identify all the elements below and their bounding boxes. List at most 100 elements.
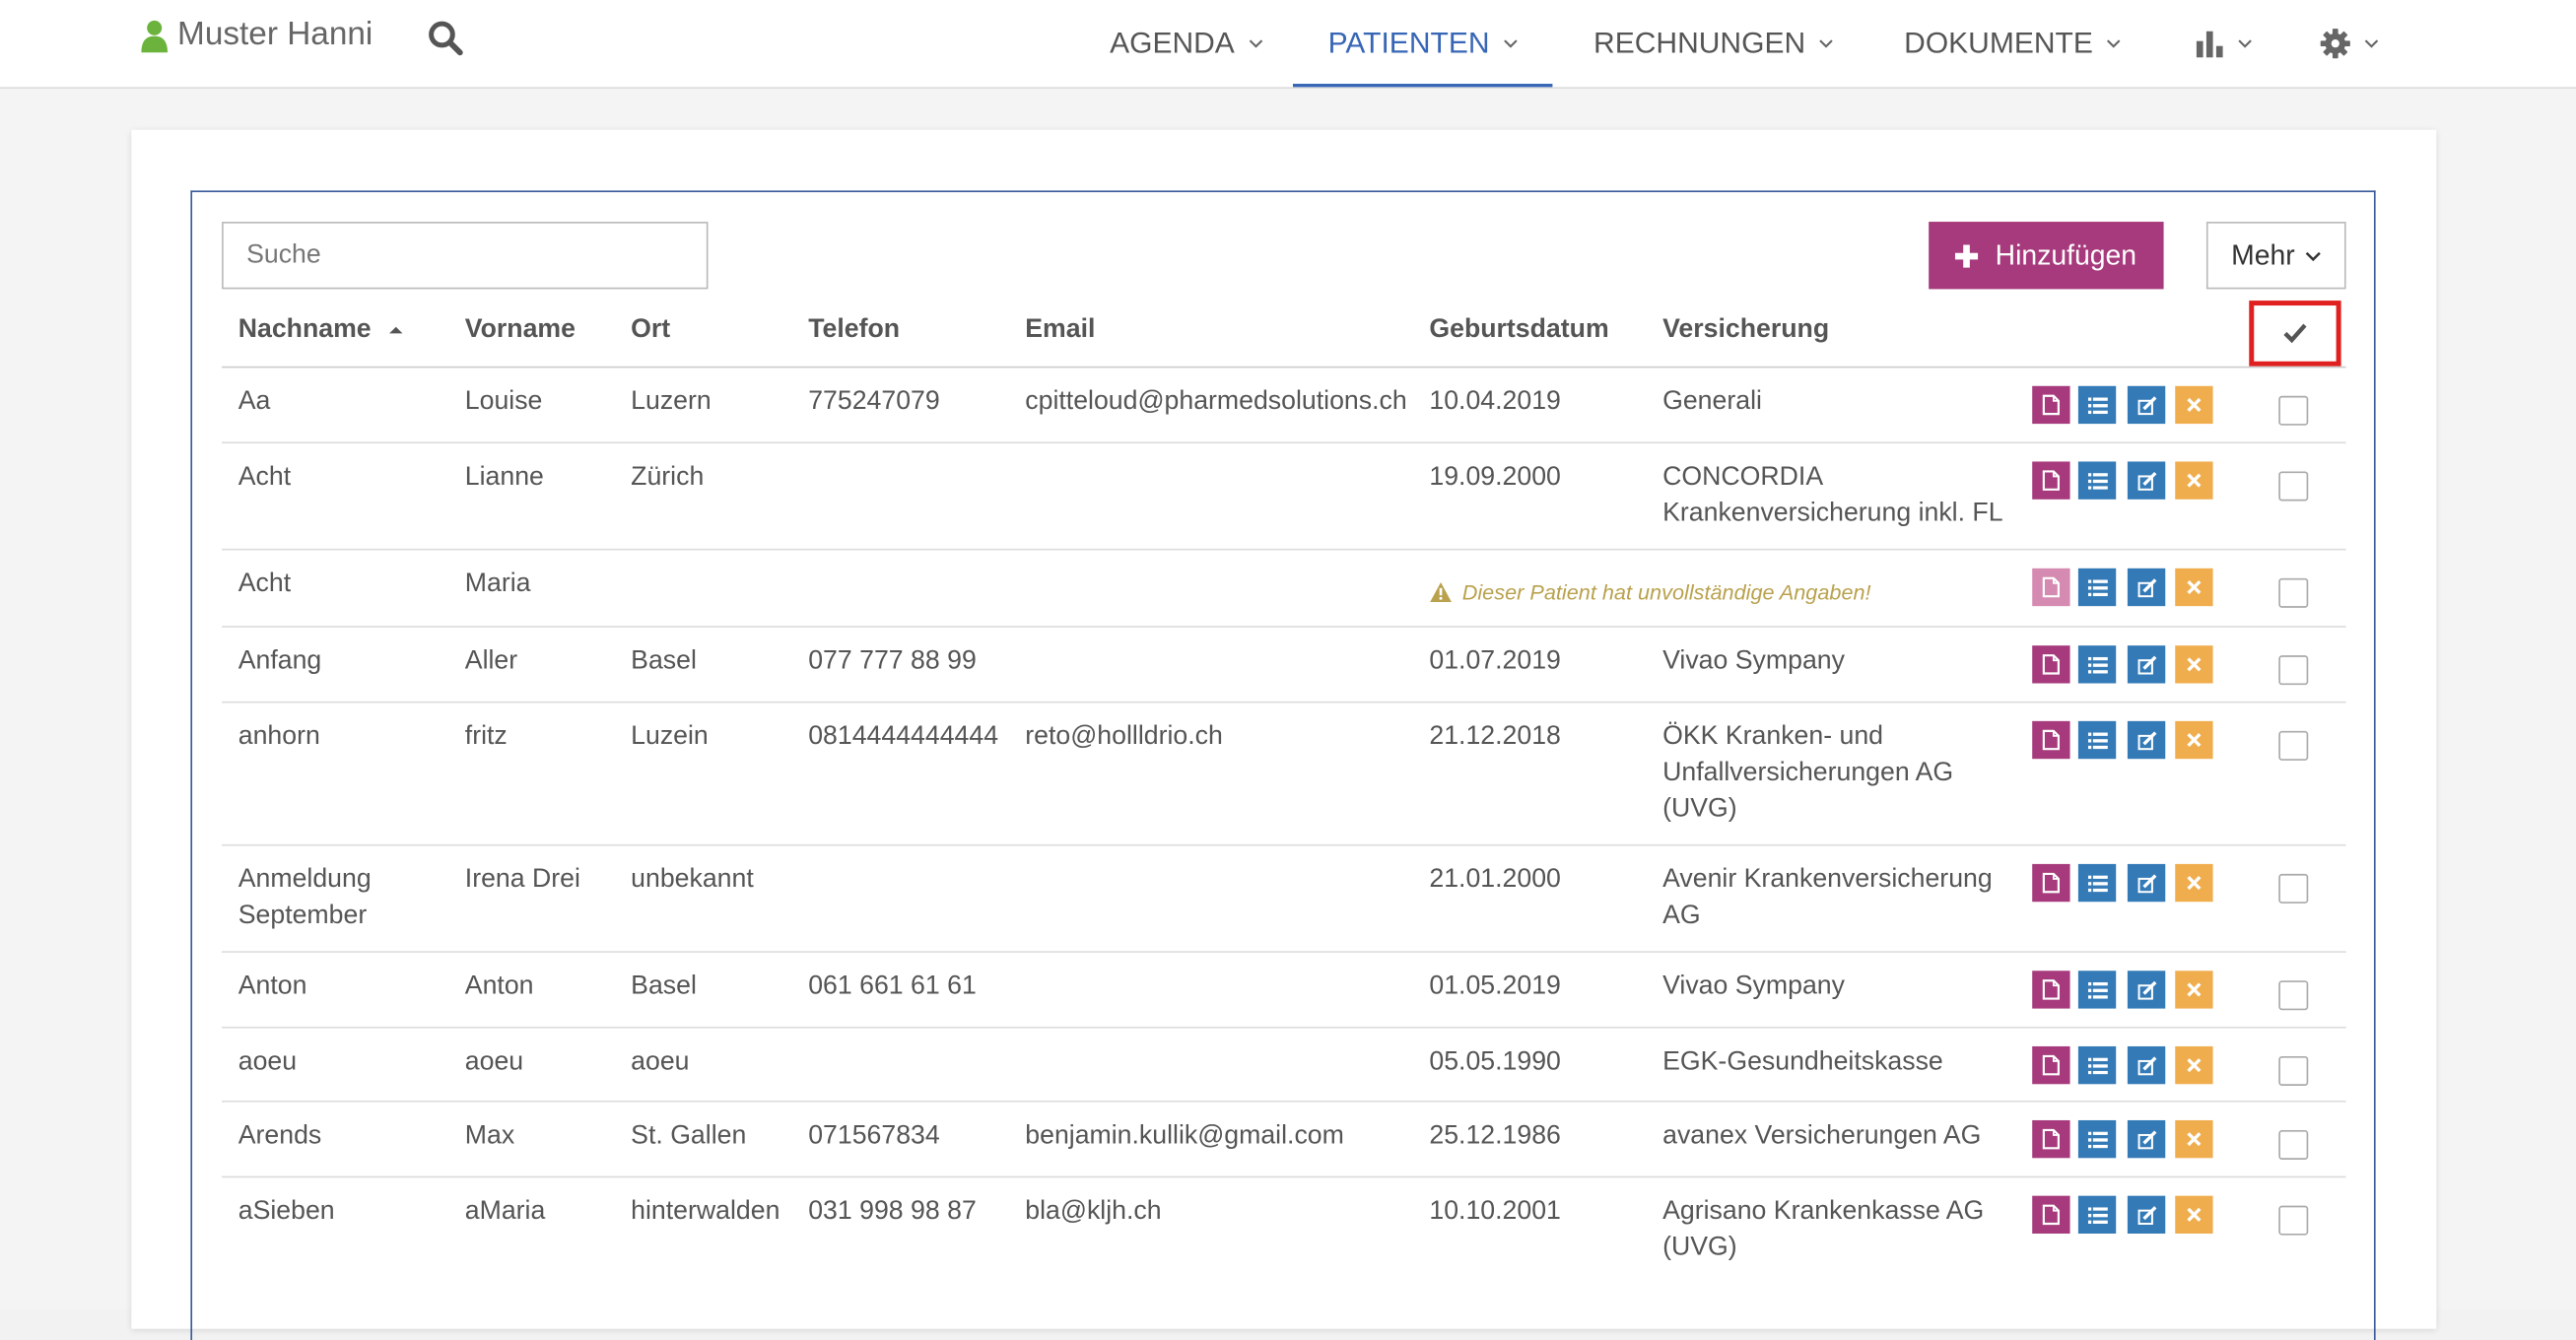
edit-button[interactable] <box>2127 720 2166 760</box>
nav-rechnungen[interactable]: RECHNUNGEN <box>1574 0 1853 87</box>
document-button[interactable] <box>2032 568 2070 607</box>
more-dropdown-button[interactable]: Mehr <box>2205 222 2346 290</box>
user-menu[interactable]: Muster Hanni <box>141 17 373 54</box>
row-select-checkbox[interactable] <box>2278 655 2309 686</box>
chevron-down-icon <box>2106 39 2121 48</box>
table-cell-telefon: 061 661 61 61 <box>808 972 977 1001</box>
list-button[interactable] <box>2077 1045 2117 1085</box>
list-button[interactable] <box>2077 971 2117 1009</box>
list-button[interactable] <box>2077 385 2117 425</box>
delete-button[interactable] <box>2175 863 2213 903</box>
edit-button[interactable] <box>2127 1045 2166 1085</box>
document-button[interactable] <box>2032 863 2070 903</box>
list-button[interactable] <box>2077 1195 2117 1234</box>
edit-button[interactable] <box>2127 645 2166 684</box>
list-button[interactable] <box>2077 1119 2117 1159</box>
table-cell-nachname: Acht <box>237 463 292 492</box>
table-cell-vorname: Anton <box>464 972 534 1001</box>
list-icon <box>2087 472 2108 489</box>
table-cell-vorname: Maria <box>464 570 531 598</box>
select-all-checkmark[interactable] <box>2249 301 2341 367</box>
delete-button[interactable] <box>2175 385 2213 425</box>
table-cell-versicherung: Vivao Sympany <box>1662 646 1845 676</box>
nav-agenda[interactable]: AGENDA <box>1091 0 1281 87</box>
delete-button[interactable] <box>2175 645 2213 684</box>
document-button[interactable] <box>2032 385 2070 425</box>
list-button[interactable] <box>2077 461 2117 500</box>
edit-button[interactable] <box>2127 385 2166 425</box>
edit-button[interactable] <box>2127 863 2166 903</box>
add-patient-button[interactable]: Hinzufügen <box>1929 222 2164 290</box>
nav-statistics[interactable] <box>2177 0 2269 87</box>
delete-button[interactable] <box>2175 461 2213 500</box>
sort-ascending-icon <box>389 326 404 334</box>
row-select-checkbox[interactable] <box>2278 730 2309 761</box>
column-header-versicherung[interactable]: Versicherung <box>1662 315 1829 345</box>
chevron-down-icon <box>2305 251 2321 261</box>
delete-button[interactable] <box>2175 1045 2213 1085</box>
row-select-checkbox[interactable] <box>2278 1055 2309 1086</box>
edit-button[interactable] <box>2127 971 2166 1009</box>
row-select-checkbox[interactable] <box>2278 1205 2309 1236</box>
column-header-geburtsdatum[interactable]: Geburtsdatum <box>1429 315 1608 345</box>
edit-icon <box>2136 1205 2156 1225</box>
document-button[interactable] <box>2032 971 2070 1009</box>
row-select-checkbox[interactable] <box>2278 471 2309 502</box>
close-icon <box>2187 733 2202 748</box>
document-button[interactable] <box>2032 645 2070 684</box>
row-select-checkbox[interactable] <box>2278 873 2309 904</box>
edit-icon <box>2136 577 2156 597</box>
search-icon[interactable] <box>427 20 463 56</box>
delete-button[interactable] <box>2175 568 2213 607</box>
row-select-checkbox[interactable] <box>2278 577 2309 608</box>
table-cell-email: reto@hollldrio.ch <box>1025 722 1223 751</box>
table-cell-telefon: 0814444444444 <box>808 722 999 751</box>
chevron-down-icon <box>1248 39 1262 48</box>
row-select-checkbox[interactable] <box>2278 980 2309 1011</box>
row-divider <box>222 1100 2346 1103</box>
edit-button[interactable] <box>2127 461 2166 500</box>
column-header-nachname[interactable]: Nachname <box>238 315 405 345</box>
document-button[interactable] <box>2032 461 2070 500</box>
table-cell-ort: Basel <box>631 972 697 1001</box>
delete-button[interactable] <box>2175 1195 2213 1234</box>
edit-icon <box>2136 730 2156 750</box>
delete-button[interactable] <box>2175 720 2213 760</box>
row-select-checkbox[interactable] <box>2278 395 2309 426</box>
delete-button[interactable] <box>2175 1119 2213 1159</box>
edit-button[interactable] <box>2127 568 2166 607</box>
column-header-vorname[interactable]: Vorname <box>465 315 576 345</box>
list-button[interactable] <box>2077 568 2117 607</box>
nav-patienten[interactable]: PATIENTEN <box>1293 0 1553 88</box>
edit-button[interactable] <box>2127 1195 2166 1234</box>
table-cell-nachname: aoeu <box>237 1047 298 1076</box>
incomplete-data-warning: Dieser Patient hat unvollständige Angabe… <box>1429 579 1871 604</box>
row-select-checkbox[interactable] <box>2278 1129 2309 1160</box>
close-icon <box>2187 1132 2202 1147</box>
document-button[interactable] <box>2032 1195 2070 1234</box>
table-cell-ort: Luzein <box>631 722 709 751</box>
list-button[interactable] <box>2077 863 2117 903</box>
delete-button[interactable] <box>2175 971 2213 1009</box>
table-cell-geburtsdatum: 19.09.2000 <box>1429 463 1561 492</box>
row-divider <box>222 701 2346 704</box>
column-header-email[interactable]: Email <box>1025 315 1095 345</box>
list-button[interactable] <box>2077 720 2117 760</box>
document-icon <box>2042 654 2060 675</box>
table-cell-versicherung: Agrisano Krankenkasse AG (UVG) <box>1662 1197 1985 1262</box>
column-header-telefon[interactable]: Telefon <box>808 315 900 345</box>
table-cell-ort: aoeu <box>631 1047 690 1076</box>
nav-dokumente[interactable]: DOKUMENTE <box>1881 0 2144 87</box>
document-button[interactable] <box>2032 1119 2070 1159</box>
search-input[interactable] <box>222 222 709 290</box>
list-button[interactable] <box>2077 645 2117 684</box>
column-header-ort[interactable]: Ort <box>631 315 670 345</box>
nav-settings[interactable] <box>2300 0 2399 87</box>
document-button[interactable] <box>2032 1045 2070 1085</box>
user-name: Muster Hanni <box>177 16 373 53</box>
document-button[interactable] <box>2032 720 2070 760</box>
list-icon <box>2087 1056 2108 1074</box>
table-cell-geburtsdatum: 21.01.2000 <box>1429 865 1561 894</box>
edit-button[interactable] <box>2127 1119 2166 1159</box>
table-cell-nachname: Anton <box>237 972 307 1001</box>
